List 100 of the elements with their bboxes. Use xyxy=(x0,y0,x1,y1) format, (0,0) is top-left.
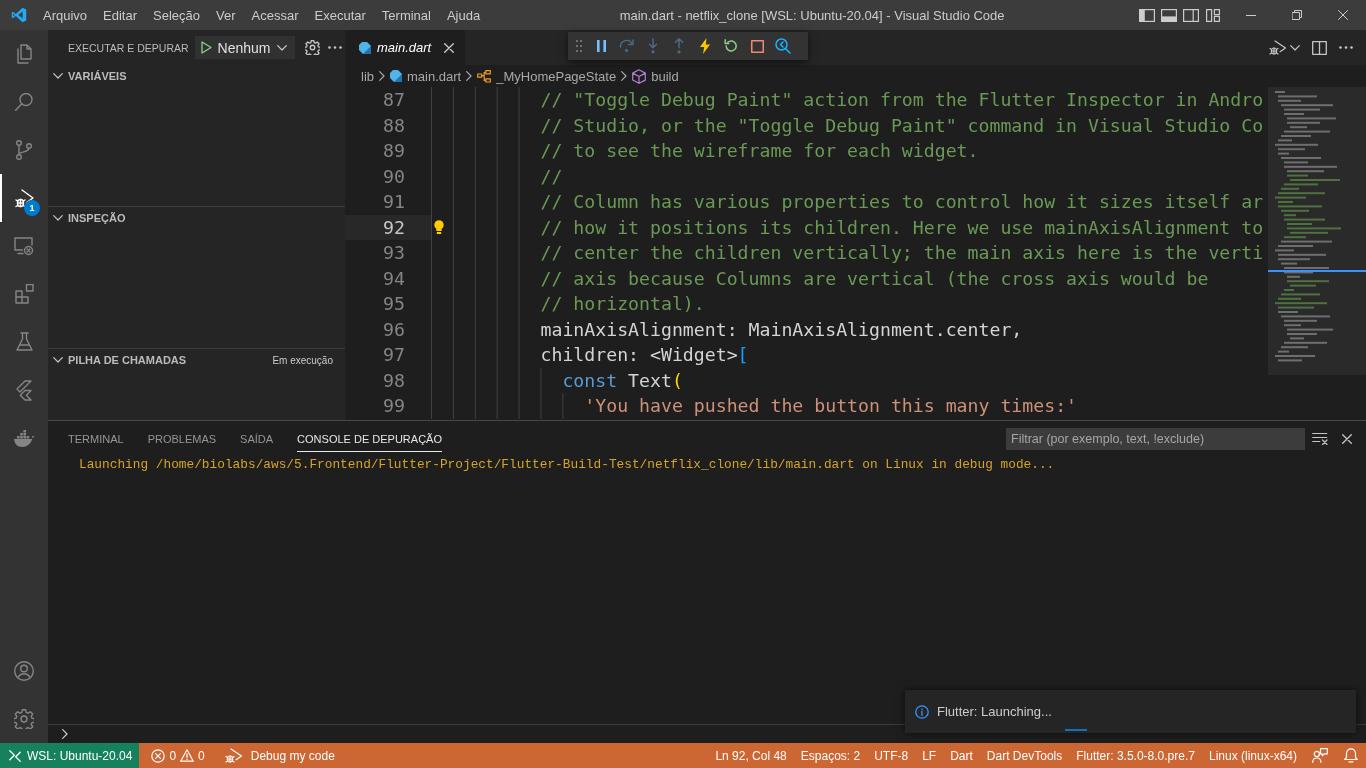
close-icon xyxy=(1342,433,1352,444)
code-line: mainAxisAlignment: MainAxisAlignment.center, xyxy=(540,317,1023,342)
run-and-debug-button[interactable]: 1 xyxy=(0,174,48,222)
code-line: // xyxy=(540,164,563,189)
debug-launch-button[interactable]: Debug my code xyxy=(217,743,342,768)
code-line: // to see the wireframe for each widget. xyxy=(540,139,979,163)
whale-icon xyxy=(13,429,35,447)
settings-icon xyxy=(304,40,320,55)
status-bar-item[interactable]: Dart xyxy=(943,743,980,768)
status-bar-item[interactable]: Linux (linux-x64) xyxy=(1201,743,1304,768)
status-bar-item[interactable]: Flutter: 3.5.0-8.0.pre.7 xyxy=(1069,743,1202,768)
line-number: 98 xyxy=(383,369,405,391)
menu-item[interactable]: Seleção xyxy=(145,4,209,26)
line-number: 99 xyxy=(383,395,405,416)
menu-item[interactable]: Editar xyxy=(95,4,146,26)
breadcrumb-item[interactable]: _MyHomePageState xyxy=(477,68,617,84)
breadcrumb-item[interactable]: build xyxy=(632,68,679,84)
minimap-drawing[interactable] xyxy=(1268,87,1366,375)
console-message: Launching /home/biolabs/aws/5.Frontend/Flutter-Project/Flutter-Build-Test/netflix_clone/lib/main.dart on Linux in debug mode... xyxy=(79,456,1056,473)
section-header[interactable]: PILHA DE CHAMADAS xyxy=(53,349,187,372)
lightbulb-icon[interactable] xyxy=(434,219,444,234)
editor-tab[interactable]: main.dart xyxy=(345,30,465,65)
code-line: const Text( xyxy=(562,368,683,393)
panel-tab[interactable]: SAÍDA xyxy=(230,421,284,456)
count-badge: 1 xyxy=(24,200,40,216)
chevron-right-icon xyxy=(466,71,473,81)
layout-grid-icon xyxy=(1206,8,1220,22)
chevron-down-icon xyxy=(276,44,287,51)
close-icon xyxy=(444,42,454,53)
line-number: 93 xyxy=(383,242,405,263)
remote-indicator[interactable]: WSL: Ubuntu-20.04 xyxy=(0,743,140,768)
extensions-icon xyxy=(14,284,34,304)
line-number: 89 xyxy=(383,140,405,161)
code-line: // Studio, or the "Toggle Debug Paint" command in Visual Studio Co xyxy=(540,113,1264,138)
step-out-icon xyxy=(674,38,684,54)
chevron-down-icon xyxy=(1290,44,1300,51)
breadcrumb-item[interactable]: main.dart xyxy=(390,68,462,84)
panel-tab[interactable]: CONSOLE DE DEPURAÇÃO xyxy=(287,421,452,456)
status-bar-item[interactable]: UTF-8 xyxy=(867,743,916,768)
play-bug-icon xyxy=(1269,39,1287,56)
lightning-icon xyxy=(700,38,710,54)
monitor-icon xyxy=(14,236,34,256)
line-number: 90 xyxy=(383,165,405,187)
more-icon xyxy=(327,46,342,49)
class-icon xyxy=(477,69,492,83)
line-number: 88 xyxy=(383,114,405,136)
search-icon xyxy=(15,93,33,111)
panel-tab[interactable]: TERMINAL xyxy=(58,421,134,456)
launch-config-dropdown[interactable]: Nenhum xyxy=(194,36,295,59)
chevron-right-icon xyxy=(621,71,628,81)
code-line: // axis because Columns are vertical (the cross axis would be xyxy=(540,266,1209,291)
status-bar-item[interactable]: Espaços: 2 xyxy=(793,743,868,768)
code-line: // center the children vertically; the main axis here is the verti xyxy=(540,241,1264,265)
section-header[interactable]: INSPEÇÃO xyxy=(53,207,126,230)
close-icon xyxy=(1338,10,1348,20)
code-line: 'You have pushed the button this many times:' xyxy=(584,394,1078,418)
menu-item[interactable]: Ajuda xyxy=(438,4,489,26)
chevron-right-icon xyxy=(379,71,385,81)
remote-icon xyxy=(9,749,21,762)
split-editor-icon xyxy=(1312,40,1327,55)
panel-tab[interactable]: PROBLEMAS xyxy=(137,421,227,456)
status-bar-item[interactable]: Dart DevTools xyxy=(979,743,1070,768)
logo-icon xyxy=(11,7,27,23)
filter-field[interactable]: Filtrar (por exemplo, text, !exclude) xyxy=(1006,427,1305,450)
restart-icon xyxy=(724,39,738,53)
warning-icon xyxy=(180,749,195,762)
window-title: main.dart - netflix_clone [WSL: Ubuntu-20.04] - Visual Studio Code xyxy=(618,7,1006,23)
step-into-icon xyxy=(648,38,658,54)
error-icon xyxy=(151,748,166,763)
menu-item[interactable]: Terminal xyxy=(373,4,439,26)
menu-item[interactable]: Acessar xyxy=(243,4,307,26)
menu-item[interactable]: Ver xyxy=(208,4,244,26)
pause-icon xyxy=(596,40,606,52)
line-number: 91 xyxy=(383,191,405,212)
line-number: 97 xyxy=(383,344,405,365)
files-icon xyxy=(16,44,32,64)
code-line: // "Toggle Debug Paint" action from the Flutter Inspector in Andro xyxy=(540,88,1264,112)
problems-button[interactable]: 0 0 xyxy=(144,743,212,768)
notification-message: Flutter: Launching... xyxy=(937,704,1052,719)
drag-handle-icon xyxy=(576,40,582,52)
stop-icon xyxy=(750,39,764,53)
status-bar-item[interactable]: Ln 92, Col 48 xyxy=(708,743,794,768)
line-number: 92 xyxy=(383,216,405,238)
code-line: // horizontal). xyxy=(540,292,705,316)
menu-item[interactable]: Executar xyxy=(306,4,374,26)
menu-item[interactable]: Arquivo xyxy=(35,4,96,26)
section-header[interactable]: VARIÁVEIS xyxy=(53,65,127,87)
file-icon xyxy=(390,70,402,82)
bell-icon xyxy=(1344,748,1358,763)
more-icon xyxy=(1339,46,1353,49)
restore-icon xyxy=(1292,10,1302,20)
code-line: // how it positions its children. Here we use mainAxisAlignment to xyxy=(540,215,1264,240)
method-icon xyxy=(632,68,647,84)
code-line: children: <Widget>[ xyxy=(540,343,749,367)
chevron-logo-icon xyxy=(16,379,32,401)
prompt-chevron-icon xyxy=(62,729,68,739)
status-bar-item[interactable]: LF xyxy=(915,743,944,768)
breadcrumb-item[interactable]: lib xyxy=(361,68,374,84)
flask-icon xyxy=(15,332,33,352)
account-icon xyxy=(14,661,34,681)
